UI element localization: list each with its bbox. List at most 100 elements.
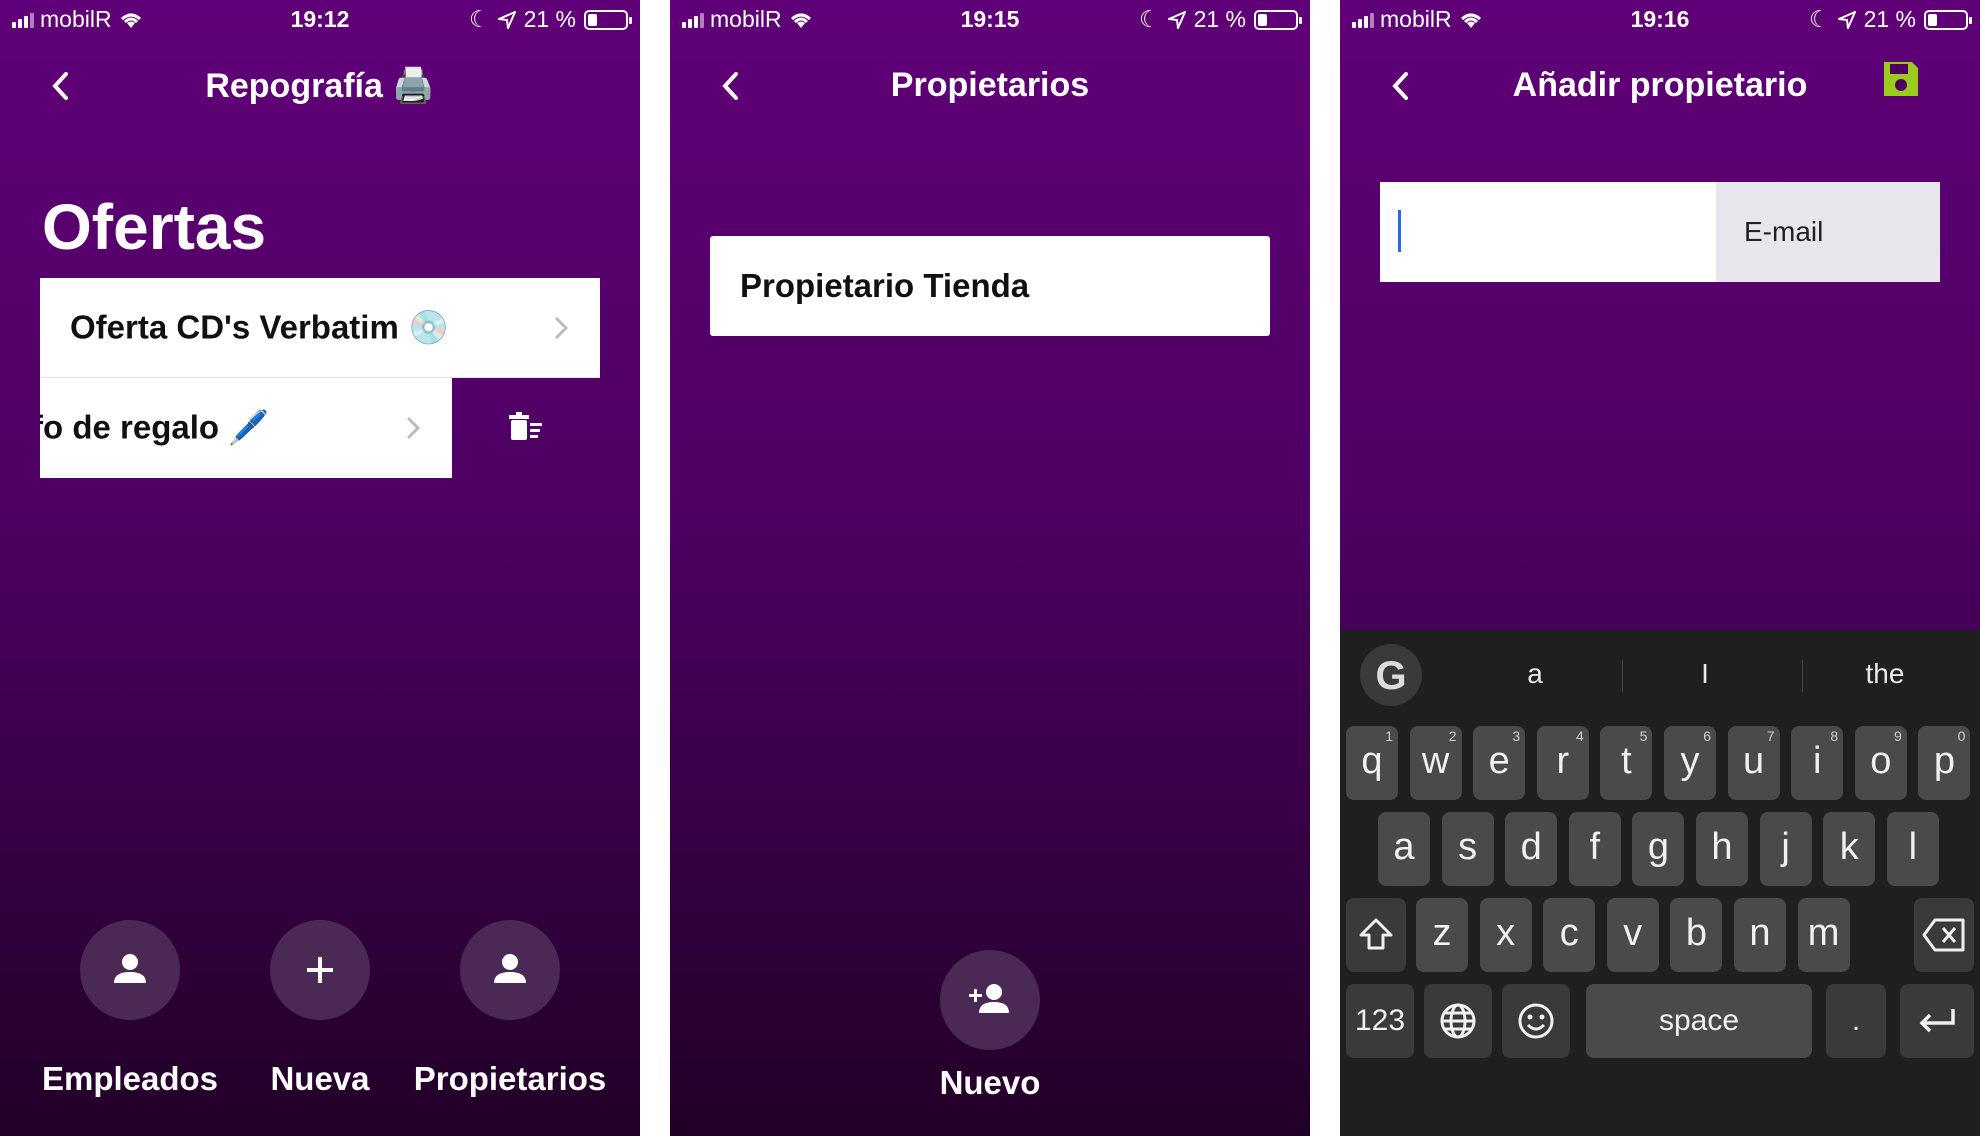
key-v[interactable]: v (1606, 898, 1659, 972)
location-arrow-icon (497, 10, 516, 29)
status-bar: mobilR 19:12 ☾ 21 % (0, 0, 640, 40)
key-label: n (1749, 912, 1771, 954)
backspace-icon (1922, 918, 1965, 952)
battery-icon (1254, 9, 1302, 30)
key-label: . (1851, 1004, 1861, 1037)
offer-label: fo de regalo 🖊️ (40, 408, 270, 446)
key-z[interactable]: z (1416, 898, 1468, 972)
suggestion-item[interactable]: a (1460, 658, 1610, 690)
key-label: e (1488, 740, 1510, 782)
nav-bar: Propietarios (670, 56, 1310, 116)
email-input[interactable] (1406, 202, 1710, 264)
delete-sweep-icon[interactable] (508, 410, 544, 446)
key-number-hint: 4 (1576, 728, 1584, 744)
chevron-right-icon (406, 416, 421, 440)
new-offer-label: Nueva (270, 1060, 370, 1097)
shift-key[interactable] (1346, 898, 1406, 972)
key-label: h (1711, 826, 1733, 868)
email-field[interactable]: E-mail (1380, 182, 1940, 282)
emoji-key[interactable] (1502, 984, 1570, 1058)
key-r[interactable]: r4 (1536, 726, 1589, 800)
key-number-hint: 1 (1385, 728, 1393, 744)
key-c[interactable]: c (1543, 898, 1596, 972)
emoji-icon (1518, 1003, 1554, 1039)
employees-button[interactable] (80, 920, 180, 1020)
key-n[interactable]: n (1734, 898, 1786, 972)
key-label: y (1680, 740, 1700, 782)
location-arrow-icon (1167, 10, 1186, 29)
key-number-hint: 7 (1766, 728, 1775, 744)
moon-icon: ☾ (468, 6, 490, 32)
screen-repografia: mobilR 19:12 ☾ 21 % Repografía 🖨️ Oferta… (0, 0, 640, 1136)
key-d[interactable]: d (1505, 812, 1558, 886)
key-j[interactable]: j (1759, 812, 1812, 886)
key-label: q (1361, 740, 1383, 782)
key-x[interactable]: x (1479, 898, 1532, 972)
key-label: b (1685, 912, 1707, 954)
list-item-offer-swiped[interactable]: fo de regalo 🖊️ (40, 378, 452, 478)
list-item-owner[interactable]: Propietario Tienda (710, 236, 1270, 336)
key-o[interactable]: o9 (1854, 726, 1907, 800)
moon-icon: ☾ (1808, 6, 1830, 32)
key-b[interactable]: b (1670, 898, 1723, 972)
key-q[interactable]: q1 (1346, 726, 1398, 800)
key-label: x (1496, 912, 1516, 954)
return-icon (1919, 1009, 1955, 1033)
section-title: Ofertas (42, 191, 267, 263)
save-icon[interactable] (1882, 60, 1920, 98)
google-label: G (1375, 654, 1407, 698)
battery-icon (1924, 9, 1972, 30)
google-g-icon[interactable]: G (1360, 644, 1422, 706)
key-label: c (1559, 912, 1579, 954)
employees-label: Empleados (41, 1060, 219, 1097)
key-p[interactable]: p0 (1918, 726, 1971, 800)
key-l[interactable]: l (1886, 812, 1939, 886)
key-label: m (1807, 912, 1840, 954)
list-item-offer[interactable]: Oferta CD's Verbatim 💿 (40, 278, 600, 378)
key-label: z (1432, 912, 1452, 954)
page-title: Propietarios (890, 66, 1090, 104)
key-number-hint: 5 (1639, 728, 1648, 744)
new-offer-button[interactable] (270, 920, 370, 1020)
status-right: ☾ 21 % (468, 6, 632, 33)
space-key[interactable]: space (1586, 984, 1812, 1058)
numbers-key[interactable]: 123 (1346, 984, 1414, 1058)
status-right: ☾ 21 % (1808, 6, 1972, 33)
key-f[interactable]: f (1568, 812, 1621, 886)
email-field-label-box: E-mail (1716, 182, 1940, 282)
backspace-key[interactable] (1914, 898, 1974, 972)
key-e[interactable]: e3 (1473, 726, 1526, 800)
period-key[interactable]: . (1826, 984, 1886, 1058)
nav-bar: Repografía 🖨️ (0, 56, 640, 116)
key-label: i (1812, 740, 1822, 782)
key-label: l (1908, 826, 1918, 868)
key-u[interactable]: u7 (1727, 726, 1780, 800)
key-a[interactable]: a (1378, 812, 1430, 886)
key-y[interactable]: y6 (1664, 726, 1716, 800)
battery-icon (584, 9, 632, 30)
keyboard: G a I the q1w2e3r4t5y6u7i8o9p0asdfghjklz… (1340, 630, 1980, 1136)
new-owner-button[interactable] (940, 950, 1040, 1050)
key-m[interactable]: m (1797, 898, 1850, 972)
suggestion-item[interactable]: the (1810, 658, 1960, 690)
key-w[interactable]: w2 (1409, 726, 1462, 800)
key-k[interactable]: k (1823, 812, 1876, 886)
owners-button[interactable] (460, 920, 560, 1020)
key-label: v (1623, 912, 1643, 954)
key-number-hint: 8 (1830, 728, 1839, 744)
offer-label: Oferta CD's Verbatim 💿 (70, 308, 450, 345)
key-s[interactable]: s (1441, 812, 1494, 886)
status-bar: mobilR 19:15 ☾ 21 % (670, 0, 1310, 40)
key-h[interactable]: h (1696, 812, 1748, 886)
status-bar: mobilR 19:16 ☾ 21 % (1340, 0, 1980, 40)
key-i[interactable]: i8 (1791, 726, 1844, 800)
key-label: o (1870, 740, 1892, 782)
screen-add-owner: mobilR 19:16 ☾ 21 % Añadir propietario E… (1340, 0, 1980, 1136)
screen-propietarios: mobilR 19:15 ☾ 21 % Propietarios Propiet… (670, 0, 1310, 1136)
chevron-right-icon (554, 316, 569, 339)
globe-key[interactable] (1424, 984, 1492, 1058)
key-t[interactable]: t5 (1600, 726, 1653, 800)
key-g[interactable]: g (1632, 812, 1685, 886)
return-key[interactable] (1900, 984, 1974, 1058)
suggestion-item[interactable]: I (1630, 658, 1780, 690)
